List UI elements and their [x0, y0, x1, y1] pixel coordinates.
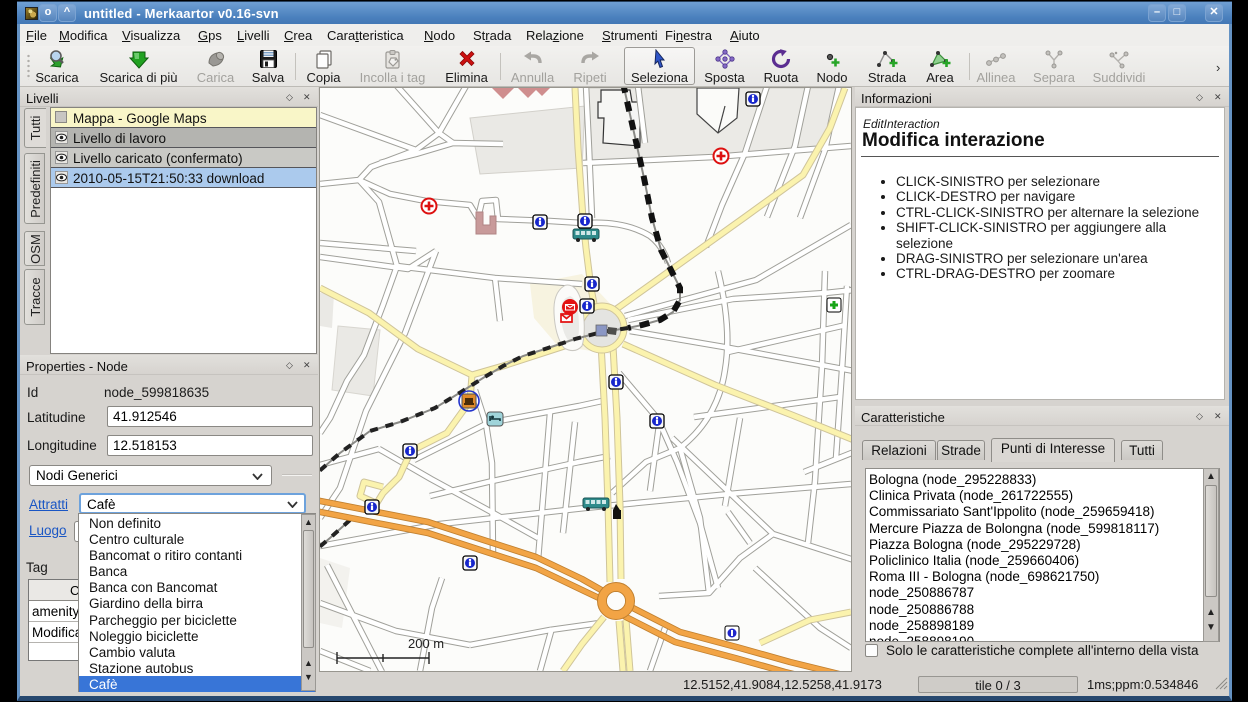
- svg-text:200 m: 200 m: [408, 636, 444, 651]
